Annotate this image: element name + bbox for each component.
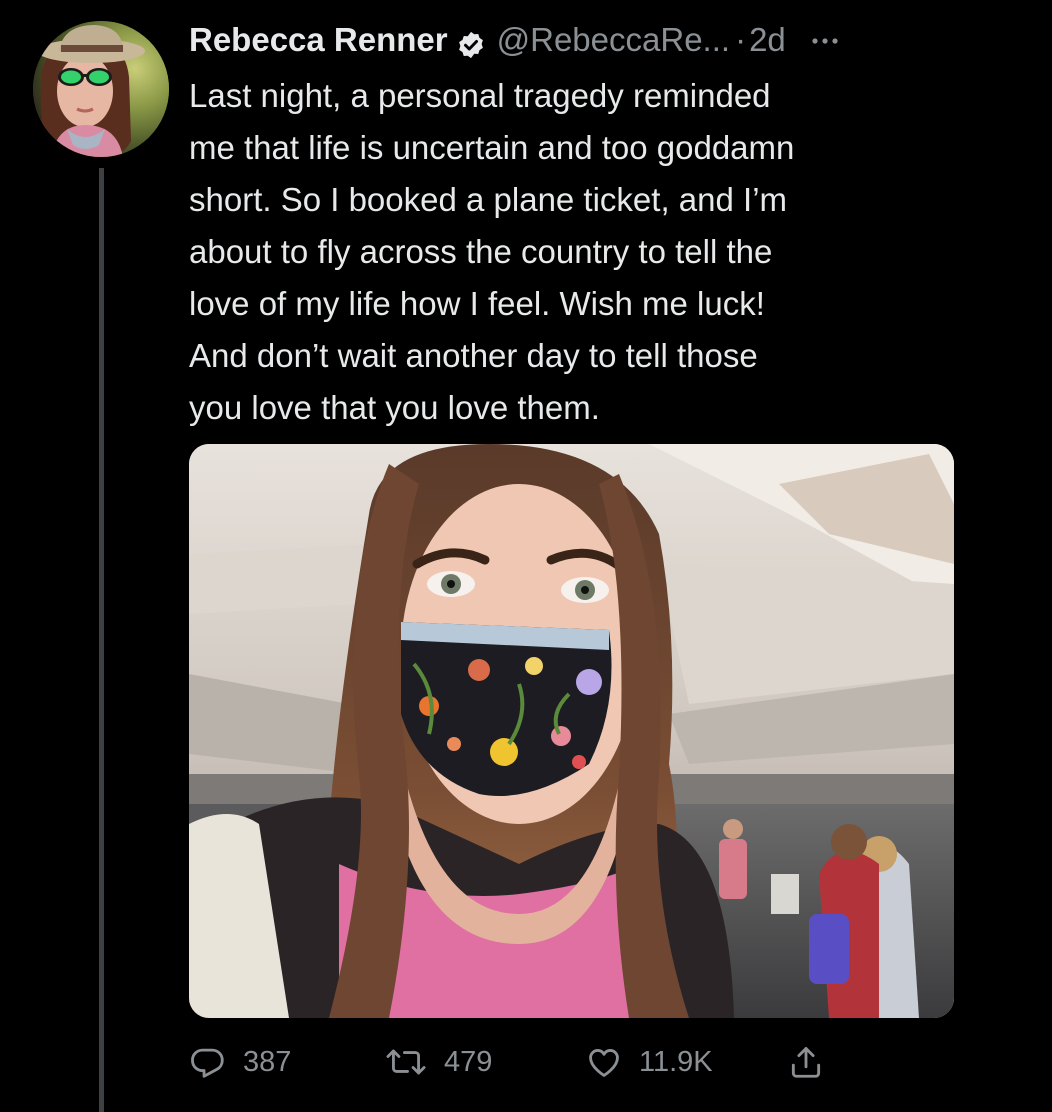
verified-badge-icon: [456, 25, 486, 59]
heart-icon: [585, 1043, 623, 1081]
retweet-button[interactable]: 479: [384, 1036, 492, 1088]
tweet-photo[interactable]: [189, 444, 954, 1018]
tweet-line: love of my life how I feel. Wish me luck…: [189, 285, 765, 322]
handle[interactable]: @RebeccaRe...: [497, 16, 730, 64]
tweet-line: Last night, a personal tragedy reminded: [189, 77, 771, 114]
retweet-icon: [384, 1043, 428, 1081]
tweet-line: you love that you love them.: [189, 389, 600, 426]
tweet-line: And don’t wait another day to tell those: [189, 337, 758, 374]
tweet-text: Last night, a personal tragedy reminded …: [189, 70, 959, 434]
more-horizontal-icon[interactable]: [808, 23, 842, 57]
tweet-line: short. So I booked a plane ticket, and I…: [189, 181, 788, 218]
tweet-line: about to fly across the country to tell …: [189, 233, 773, 270]
tweet-line: me that life is uncertain and too goddam…: [189, 129, 795, 166]
reply-count: 387: [243, 1045, 292, 1078]
reply-icon: [189, 1043, 227, 1081]
reply-button[interactable]: 387: [189, 1036, 291, 1088]
tweet[interactable]: Rebecca Renner @RebeccaRe... · 2d Last n…: [0, 0, 1052, 1112]
thread-line: [99, 168, 104, 1112]
display-name[interactable]: Rebecca Renner: [189, 16, 448, 64]
like-count: 11.9K: [639, 1045, 713, 1078]
timestamp[interactable]: 2d: [749, 16, 786, 64]
like-button[interactable]: 11.9K: [585, 1036, 713, 1088]
retweet-count: 479: [444, 1045, 493, 1078]
action-bar: 387 479 11.9K: [189, 1036, 889, 1088]
avatar[interactable]: [33, 21, 169, 157]
share-button[interactable]: [787, 1036, 825, 1088]
separator-dot: ·: [735, 21, 747, 58]
share-icon: [787, 1043, 825, 1081]
tweet-header: Rebecca Renner @RebeccaRe... · 2d: [189, 16, 842, 64]
